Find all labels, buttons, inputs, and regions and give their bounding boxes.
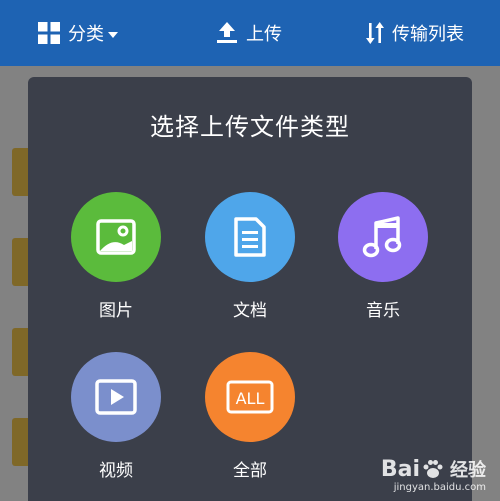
upload-all-option[interactable]: ALL 全部 (200, 352, 300, 481)
grid-icon (38, 22, 60, 44)
music-option-circle (338, 192, 428, 282)
all-option-circle: ALL (205, 352, 295, 442)
all-icon-text: ALL (236, 389, 265, 408)
music-option-label: 音乐 (366, 301, 400, 321)
video-play-icon (95, 379, 137, 415)
watermark-brand-right: 经验 (450, 460, 486, 481)
upload-icon (216, 21, 238, 45)
upload-image-option[interactable]: 图片 (66, 192, 166, 321)
upload-music-option[interactable]: 音乐 (333, 192, 433, 321)
upload-button[interactable]: 上传 (216, 0, 282, 66)
document-icon (234, 217, 266, 257)
image-option-label: 图片 (99, 301, 133, 321)
top-toolbar: 分类 上传 传输列表 (0, 0, 500, 66)
transfer-list-label: 传输列表 (392, 24, 464, 45)
dialog-title: 选择上传文件类型 (150, 113, 350, 141)
upload-type-dialog: 选择上传文件类型 图片 文档 音乐 视频 ALL 全部 (28, 77, 472, 501)
baidu-jingyan-watermark: Bai 经验 jingyan.baidu.com (380, 456, 486, 494)
video-option-circle (71, 352, 161, 442)
music-note-icon (362, 216, 402, 258)
image-option-circle (71, 192, 161, 282)
upload-label: 上传 (246, 24, 282, 45)
document-option-label: 文档 (233, 301, 267, 321)
all-option-label: 全部 (233, 461, 267, 481)
category-label: 分类 (68, 24, 104, 45)
video-option-label: 视频 (99, 461, 133, 481)
all-icon: ALL (226, 380, 274, 414)
watermark-brand-left: Bai (380, 456, 420, 482)
upload-video-option[interactable]: 视频 (66, 352, 166, 481)
watermark-url: jingyan.baidu.com (393, 482, 486, 493)
image-icon (96, 219, 136, 255)
paw-icon (423, 460, 443, 478)
app-screen: 分类 上传 传输列表 选择上传文件类型 图片 文档 音乐 视频 ALL 全部 B… (0, 0, 500, 501)
category-button[interactable]: 分类 (38, 0, 118, 66)
caret-down-icon (108, 32, 118, 38)
document-option-circle (205, 192, 295, 282)
transfer-arrows-icon (366, 21, 384, 45)
transfer-list-button[interactable]: 传输列表 (366, 0, 464, 66)
upload-document-option[interactable]: 文档 (200, 192, 300, 321)
